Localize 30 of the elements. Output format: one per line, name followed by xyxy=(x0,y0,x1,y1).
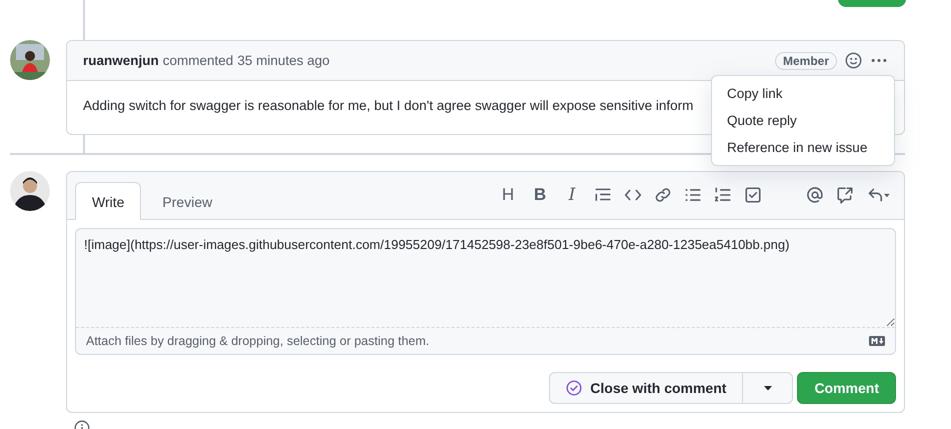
link-icon[interactable] xyxy=(654,186,672,204)
role-badge: Member xyxy=(774,52,837,70)
heading-button[interactable]: H xyxy=(498,185,518,205)
italic-button[interactable]: I xyxy=(562,185,582,205)
editor-tab[interactable]: Preview xyxy=(145,182,230,220)
comment-field[interactable]: ![image](https://user-images.githubusercontent.com/19955209/171452598-23e8f501-9be6-470e-a280-1235ea5410bb.png) Attach files by dragging & dropping, selecting or pasting them. xyxy=(75,228,896,355)
cross-reference-icon[interactable] xyxy=(836,186,854,204)
bold-button[interactable]: B xyxy=(530,185,550,205)
mention-icon[interactable] xyxy=(806,186,824,204)
timestamp-link[interactable]: 35 minutes ago xyxy=(237,53,330,68)
bulleted-list-icon[interactable] xyxy=(684,186,702,204)
close-with-comment-button[interactable]: Close with comment xyxy=(549,372,744,404)
numbered-list-icon[interactable] xyxy=(714,186,732,204)
menu-item[interactable]: Quote reply xyxy=(712,107,894,134)
editor-tab[interactable]: Write xyxy=(75,182,142,220)
menu-item[interactable]: Copy link xyxy=(712,80,894,107)
comment-action: commented xyxy=(162,53,234,68)
caret-icon xyxy=(762,385,773,391)
avatar[interactable] xyxy=(10,171,50,211)
comment-text: Adding switch for swagger is reasonable for me, but I don't agree swagger will expose sensitive inform xyxy=(83,98,694,113)
markdown-icon xyxy=(869,336,885,346)
attach-hint: Attach files by dragging & dropping, selecting or pasting them. xyxy=(86,334,430,348)
reply-icon[interactable] xyxy=(866,186,892,204)
task-list-icon[interactable] xyxy=(744,186,762,204)
quote-icon[interactable] xyxy=(594,186,612,204)
check-circle-icon xyxy=(566,380,582,396)
author-link[interactable]: ruanwenjun xyxy=(83,53,159,68)
avatar[interactable] xyxy=(10,40,50,80)
emoji-icon[interactable] xyxy=(845,52,862,69)
menu-item[interactable]: Reference in new issue xyxy=(712,134,894,161)
